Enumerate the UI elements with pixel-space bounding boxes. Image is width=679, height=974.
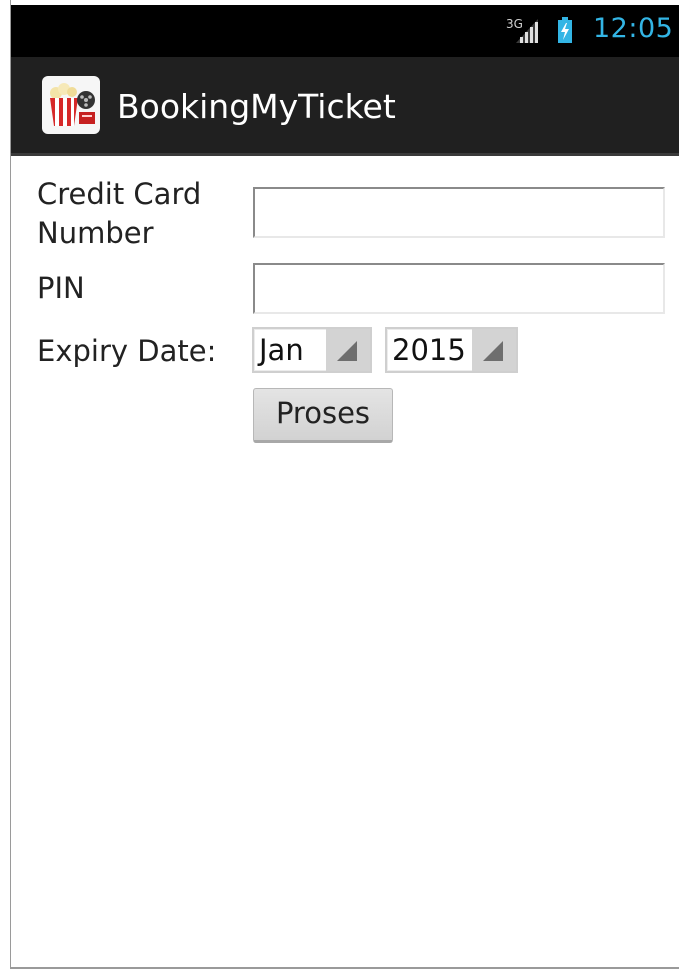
app-icon[interactable] (42, 76, 100, 134)
pin-input[interactable] (253, 263, 665, 314)
status-bar: 3G 12:05 (11, 5, 679, 57)
action-bar: BookingMyTicket (11, 57, 679, 156)
expiry-year-value: 2015 (392, 333, 466, 367)
pin-label: PIN (37, 271, 85, 305)
expiry-date-label: Expiry Date: (37, 334, 217, 368)
device-border-bottom (10, 967, 679, 974)
spinner-triangle-icon (483, 341, 503, 361)
proses-button[interactable]: Proses (253, 388, 393, 443)
app-screen: 3G 12:05 BookingMyTicket Credit Card Num… (11, 5, 679, 967)
battery-charging-icon (558, 17, 572, 43)
popcorn-film-icon (50, 83, 95, 126)
credit-card-label: Credit Card Number (37, 175, 201, 253)
status-clock: 12:05 (593, 13, 674, 44)
expiry-month-value: Jan (259, 333, 304, 367)
spinner-triangle-icon (337, 341, 357, 361)
expiry-year-select[interactable]: 2015 (385, 327, 518, 373)
device-frame: 3G 12:05 BookingMyTicket Credit Card Num… (0, 0, 679, 974)
expiry-month-dropdown-button[interactable] (326, 329, 370, 371)
expiry-year-dropdown-button[interactable] (472, 329, 516, 371)
credit-card-label-line2: Number (37, 216, 154, 250)
signal-bars-icon (516, 19, 538, 43)
credit-card-label-line1: Credit Card (37, 177, 202, 211)
device-border-left (0, 0, 11, 974)
app-title: BookingMyTicket (117, 87, 396, 126)
credit-card-number-input[interactable] (253, 187, 665, 238)
expiry-month-select[interactable]: Jan (252, 327, 372, 373)
